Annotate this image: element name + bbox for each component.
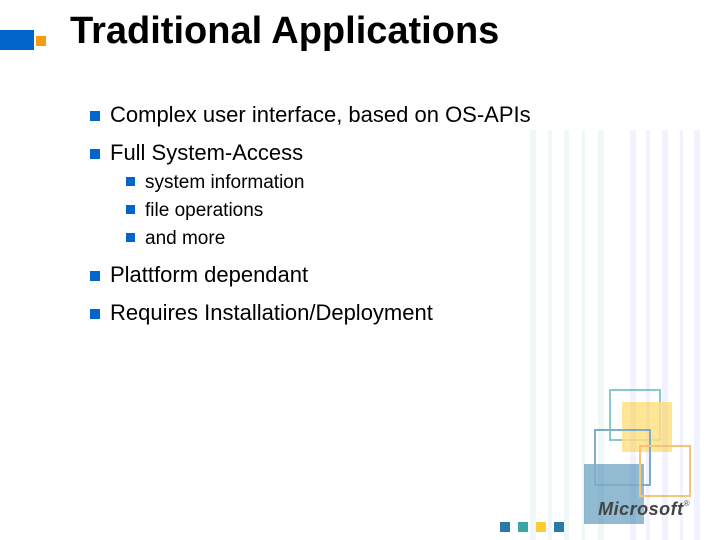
bullet-text: Full System-Access xyxy=(110,140,303,165)
microsoft-logo: Microsoft® xyxy=(598,499,690,520)
bullet-subitem: and more xyxy=(126,228,630,250)
square-bullet-icon xyxy=(90,111,100,121)
square-bullet-icon xyxy=(90,271,100,281)
bullet-text: Complex user interface, based on OS-APIs xyxy=(110,102,531,127)
square-bullet-icon xyxy=(126,177,135,186)
bullet-subitem: system information xyxy=(126,172,630,194)
bullet-item: Complex user interface, based on OS-APIs xyxy=(90,102,630,128)
bullet-text: system information xyxy=(145,172,304,193)
bullet-item: Plattform dependant xyxy=(90,262,630,288)
bullet-text: and more xyxy=(145,228,225,249)
bullet-text: Requires Installation/Deployment xyxy=(110,300,433,325)
bullet-text: Plattform dependant xyxy=(110,262,308,287)
square-bullet-icon xyxy=(90,149,100,159)
trademark-icon: ® xyxy=(684,499,690,508)
slide-title: Traditional Applications xyxy=(70,10,499,53)
square-bullet-icon xyxy=(126,205,135,214)
bullet-text: file operations xyxy=(145,200,263,221)
bullet-subitem: file operations xyxy=(126,200,630,222)
square-bullet-icon xyxy=(126,233,135,242)
square-bullet-icon xyxy=(90,309,100,319)
accent-bar xyxy=(0,30,34,50)
bullet-item: Full System-Access xyxy=(90,140,630,166)
bullet-item: Requires Installation/Deployment xyxy=(90,300,630,326)
slide-body: Complex user interface, based on OS-APIs… xyxy=(90,90,630,332)
logo-text: Microsoft xyxy=(598,499,684,519)
